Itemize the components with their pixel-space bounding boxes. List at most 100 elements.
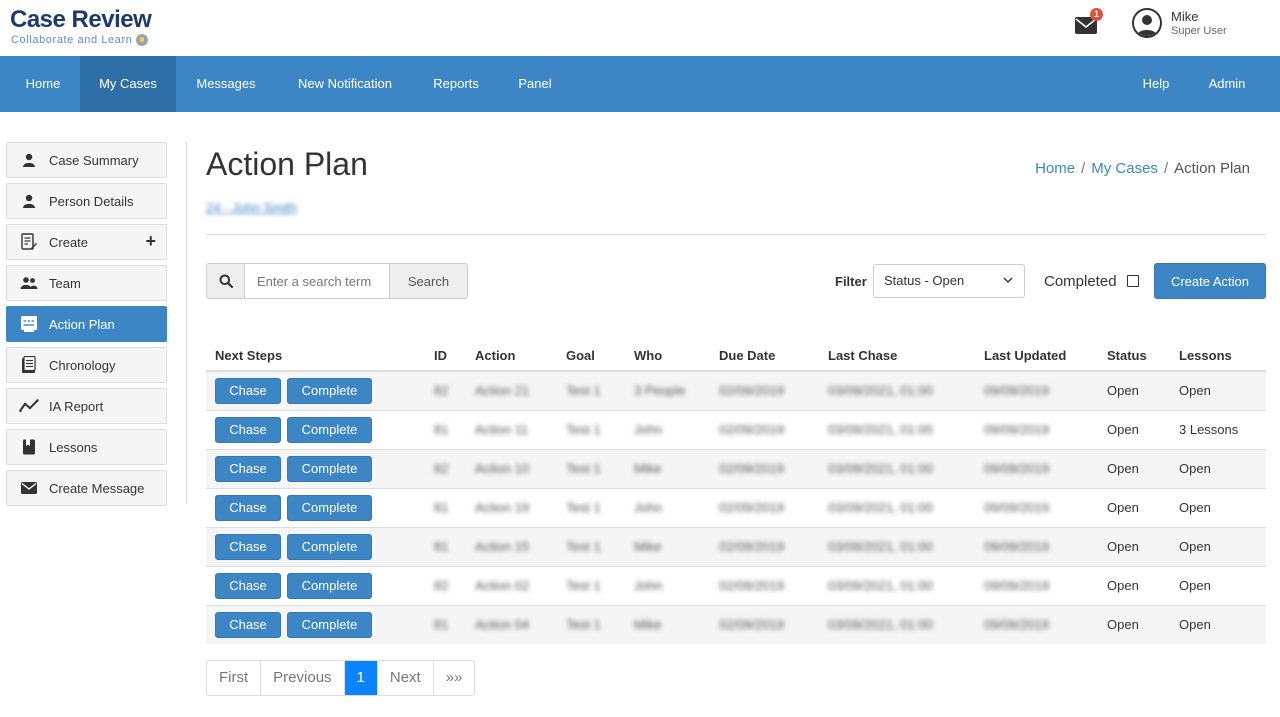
cell-goal-text: Test 1 xyxy=(566,422,601,437)
nav-home[interactable]: Home xyxy=(0,56,86,112)
user-name[interactable]: Mike xyxy=(1171,9,1198,24)
complete-button[interactable]: Complete xyxy=(287,455,372,482)
nav-messages[interactable]: Messages xyxy=(176,56,276,112)
page-1[interactable]: 1 xyxy=(344,661,378,695)
cell-last-updated: 09/09/2019 xyxy=(975,409,1098,449)
cell-lessons-text: Open xyxy=(1179,500,1211,515)
nav-help[interactable]: Help xyxy=(1126,56,1186,112)
nav-admin[interactable]: Admin xyxy=(1194,56,1260,112)
nav-my-cases[interactable]: My Cases xyxy=(80,56,176,112)
sidebar-item-case-summary[interactable]: Case Summary xyxy=(6,142,167,178)
action-table: Next Steps ID Action Goal Who Due Date L… xyxy=(206,340,1266,644)
page-previous[interactable]: Previous xyxy=(261,661,345,695)
cell-next-steps: Chase Complete xyxy=(206,604,425,644)
cell-goal: Test 1 xyxy=(557,604,625,644)
breadcrumb-home[interactable]: Home xyxy=(1035,160,1075,177)
cell-who: Mike xyxy=(625,604,710,644)
chase-button[interactable]: Chase xyxy=(215,377,281,404)
chase-button[interactable]: Chase xyxy=(215,611,281,638)
cell-who: Mike xyxy=(625,526,710,566)
col-last-chase[interactable]: Last Chase xyxy=(819,340,975,372)
page-first[interactable]: First xyxy=(207,661,262,695)
cell-status-text: Open xyxy=(1107,383,1139,399)
page-next[interactable]: Next xyxy=(377,661,434,695)
cell-next-steps: Chase Complete xyxy=(206,409,425,449)
logo[interactable]: Case Review Collaborate and Learn xyxy=(10,6,152,46)
cell-who: John xyxy=(625,565,710,605)
cell-who: Mike xyxy=(625,448,710,488)
cell-due-date: 02/09/2019 xyxy=(710,448,819,488)
page-title: Action Plan xyxy=(206,146,368,182)
breadcrumb-my-cases[interactable]: My Cases xyxy=(1091,160,1158,177)
complete-button[interactable]: Complete xyxy=(287,416,372,443)
page-last[interactable]: »» xyxy=(433,661,475,695)
create-action-button[interactable]: Create Action xyxy=(1154,263,1266,299)
col-next-steps[interactable]: Next Steps xyxy=(206,340,425,372)
sidebar-item-label: Create xyxy=(49,234,89,250)
chase-button[interactable]: Chase xyxy=(215,416,281,443)
complete-button[interactable]: Complete xyxy=(287,377,372,404)
cell-last-updated: 09/09/2019 xyxy=(975,448,1098,488)
edit-document-icon xyxy=(19,232,39,252)
sidebar-item-team[interactable]: Team xyxy=(6,265,167,301)
col-goal[interactable]: Goal xyxy=(557,340,625,372)
sidebar-item-label: Team xyxy=(49,275,81,291)
completed-checkbox[interactable] xyxy=(1127,275,1139,287)
nav-reports[interactable]: Reports xyxy=(414,56,498,112)
chase-button[interactable]: Chase xyxy=(215,572,281,599)
cell-last-chase: 03/09/2021, 01:00 xyxy=(819,448,975,488)
status-filter-select[interactable]: Status - Open xyxy=(873,264,1025,298)
breadcrumb-current: Action Plan xyxy=(1174,160,1250,177)
cell-goal-text: Test 1 xyxy=(566,461,601,476)
chase-button[interactable]: Chase xyxy=(215,533,281,560)
cell-lessons: Open xyxy=(1170,487,1266,527)
sidebar-item-create-message[interactable]: Create Message xyxy=(6,470,167,506)
filter-selected-value: Status - Open xyxy=(884,273,965,288)
col-id[interactable]: ID xyxy=(425,340,466,372)
filter-label: Filter xyxy=(835,274,867,289)
chase-button[interactable]: Chase xyxy=(215,494,281,521)
cell-id-text: 82 xyxy=(434,578,449,593)
complete-button[interactable]: Complete xyxy=(287,494,372,521)
avatar[interactable] xyxy=(1132,8,1162,38)
sidebar-item-chronology[interactable]: Chronology xyxy=(6,347,167,383)
col-who[interactable]: Who xyxy=(625,340,710,372)
cell-lessons: Open xyxy=(1170,526,1266,566)
search-input[interactable] xyxy=(245,263,390,299)
cell-due-date-text: 02/09/2019 xyxy=(719,500,785,515)
complete-button[interactable]: Complete xyxy=(287,533,372,560)
cell-due-date-text: 02/09/2019 xyxy=(719,461,785,476)
sidebar-item-lessons[interactable]: Lessons xyxy=(6,429,167,465)
cell-last-updated: 09/09/2019 xyxy=(975,604,1098,644)
sidebar-item-create[interactable]: Create + xyxy=(6,224,167,260)
cell-goal: Test 1 xyxy=(557,565,625,605)
sidebar-item-ia-report[interactable]: IA Report xyxy=(6,388,167,424)
sidebar-item-action-plan[interactable]: Action Plan xyxy=(6,306,167,342)
sidebar-item-person-details[interactable]: Person Details xyxy=(6,183,167,219)
cell-last-updated-text: 09/09/2019 xyxy=(984,617,1050,633)
col-action[interactable]: Action xyxy=(466,340,557,372)
cell-last-chase-text: 03/09/2021, 01:00 xyxy=(828,383,933,399)
case-link[interactable]: 24 - John Smith xyxy=(206,200,297,215)
cell-id: 81 xyxy=(425,409,466,449)
complete-button[interactable]: Complete xyxy=(287,572,372,599)
cell-last-updated-text: 09/09/2019 xyxy=(984,500,1050,515)
cell-last-chase: 03/09/2021, 01:00 xyxy=(819,487,975,527)
cell-next-steps: Chase Complete xyxy=(206,448,425,488)
col-lessons[interactable]: Lessons xyxy=(1170,340,1266,372)
search-button[interactable]: Search xyxy=(390,263,468,299)
cell-who-text: 3 People xyxy=(634,383,686,399)
nav-panel[interactable]: Panel xyxy=(498,56,572,112)
nav-new-notification[interactable]: New Notification xyxy=(276,56,414,112)
chase-button[interactable]: Chase xyxy=(215,455,281,482)
cell-last-chase-text: 03/09/2021, 01:00 xyxy=(828,617,933,633)
complete-button[interactable]: Complete xyxy=(287,611,372,638)
person-icon xyxy=(19,150,39,170)
sidebar-item-label: Case Summary xyxy=(49,152,139,168)
col-due-date[interactable]: Due Date xyxy=(710,340,819,372)
col-status[interactable]: Status xyxy=(1098,340,1170,372)
cell-next-steps: Chase Complete xyxy=(206,487,425,527)
plus-icon[interactable]: + xyxy=(145,232,156,250)
col-last-updated[interactable]: Last Updated xyxy=(975,340,1098,372)
user-icon xyxy=(1137,15,1157,36)
